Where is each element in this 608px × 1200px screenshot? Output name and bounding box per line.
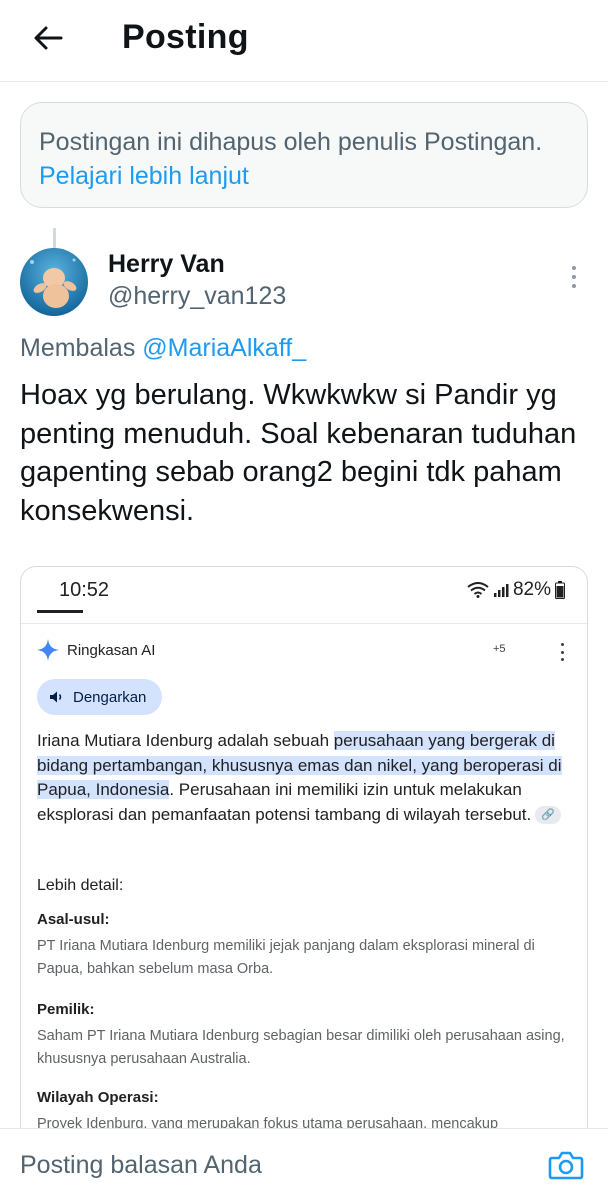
replying-to: Membalas @MariaAlkaff_ — [20, 334, 306, 363]
section-body: Saham PT Iriana Mutiara Idenburg sebagia… — [37, 1028, 565, 1067]
section-title: Asal-usul: — [37, 911, 110, 928]
author-handle[interactable]: @herry_van123 — [108, 282, 286, 311]
listen-button: Dengarkan — [37, 679, 163, 715]
post-text: Hoax yg berulang. Wkwkwkw si Pandir yg p… — [20, 379, 577, 527]
detail-heading: Lebih detail: — [37, 877, 124, 894]
reply-input[interactable] — [20, 1129, 520, 1200]
section-title: Wilayah Operasi: — [37, 1089, 159, 1106]
listen-label: Dengarkan — [73, 688, 147, 706]
status-time: 10:52 — [59, 579, 110, 601]
thread-connector-line — [53, 228, 56, 248]
battery-icon — [555, 581, 565, 599]
avatar[interactable] — [20, 248, 88, 316]
status-icons: 82% — [467, 579, 565, 601]
learn-more-link[interactable]: Pelajari lebih lanjut — [39, 162, 249, 190]
battery-percent: 82% — [512, 579, 551, 600]
signal-icon — [493, 584, 509, 597]
sparkle-icon — [37, 639, 59, 661]
section-body: PT Iriana Mutiara Idenburg memiliki jeja… — [37, 938, 535, 977]
camera-button[interactable] — [548, 1149, 584, 1181]
deleted-post-notice: Postingan ini dihapus oleh penulis Posti… — [20, 102, 588, 208]
author-name[interactable]: Herry Van — [108, 250, 225, 279]
ai-summary-title: Ringkasan AI — [67, 641, 156, 659]
more-dots-icon — [572, 266, 576, 270]
replying-to-label: Membalas — [20, 334, 136, 362]
sources-count: +5 — [493, 643, 506, 655]
wifi-icon — [467, 582, 489, 598]
ai-menu-icon — [559, 643, 565, 661]
back-button[interactable] — [30, 20, 66, 56]
arrow-left-icon — [34, 26, 63, 50]
ai-summary-paragraph: Iriana Mutiara Idenburg adalah sebuah pe… — [37, 731, 562, 825]
page-title: Posting — [122, 18, 249, 56]
deleted-notice-text: Postingan ini dihapus oleh penulis Posti… — [39, 128, 543, 156]
phone-status-bar: 10:52 82% — [21, 567, 587, 619]
divider — [21, 623, 587, 624]
section-title: Pemilik: — [37, 1001, 95, 1018]
tab-indicator — [37, 610, 83, 613]
speaker-icon — [50, 691, 62, 703]
camera-icon — [548, 1151, 584, 1180]
mention-link[interactable]: @MariaAlkaff_ — [142, 334, 306, 362]
reply-composer-bar — [0, 1128, 608, 1200]
post-image[interactable]: 10:52 82% Ringkasan AI +5 Dengarkan Iria… — [20, 566, 588, 1146]
link-chip-icon: 🔗 — [535, 806, 562, 825]
ai-summary-header: Ringkasan AI — [37, 639, 155, 661]
more-options-button[interactable] — [562, 260, 586, 294]
top-bar: Posting — [0, 0, 608, 82]
